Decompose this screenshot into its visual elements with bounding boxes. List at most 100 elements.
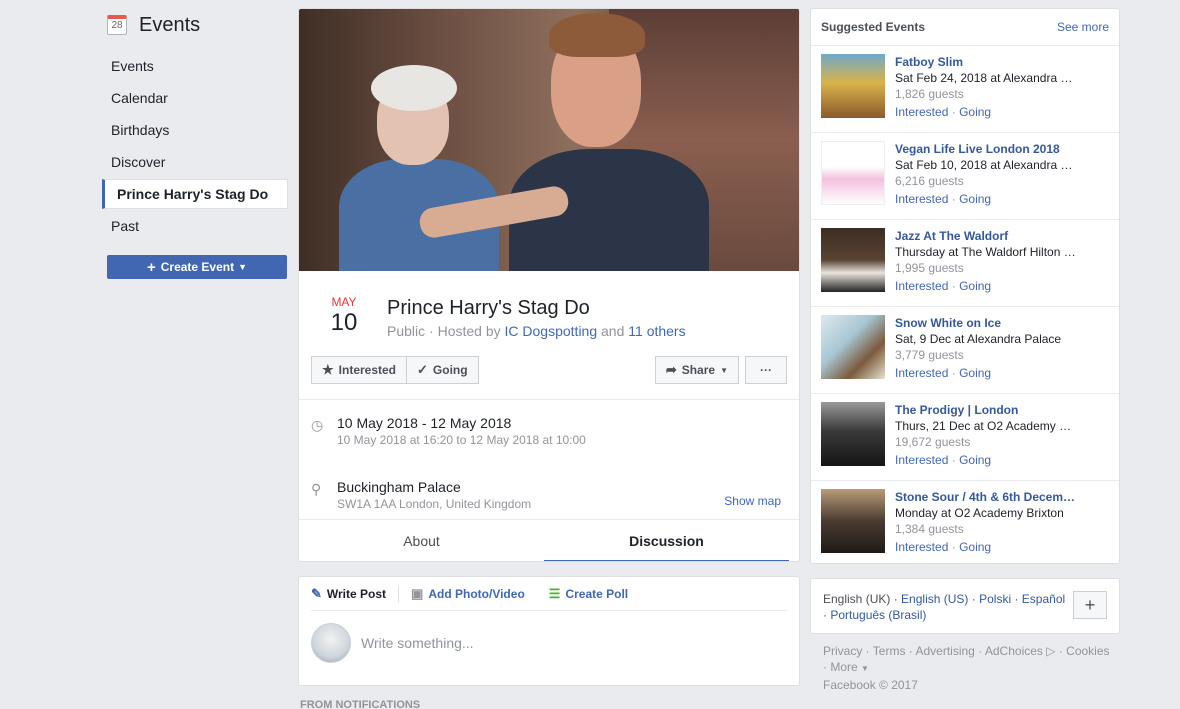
footer-link-advertising[interactable]: Advertising [915,644,974,658]
calendar-icon: 28 [107,15,127,35]
event-cover-photo[interactable] [299,9,799,271]
event-thumbnail[interactable] [821,228,885,292]
cover-figure-right-hair [549,13,645,57]
nav-item-past[interactable]: Past [104,210,290,242]
event-thumbnail[interactable] [821,54,885,118]
suggested-event-name[interactable]: Fatboy Slim [895,54,1109,70]
event-tabs: About Discussion [299,519,799,561]
interested-link[interactable]: Interested [895,453,948,467]
language-link[interactable]: English (US) [901,592,968,606]
tab-about[interactable]: About [299,520,544,561]
add-language-button[interactable]: + [1073,591,1107,619]
write-post-tab[interactable]: ✎ Write Post [311,585,400,602]
interested-link[interactable]: Interested [895,279,948,293]
suggested-event-item[interactable]: Stone Sour / 4th & 6th Decem… Monday at … [811,480,1119,567]
share-arrow-icon: ➦ [665,362,677,377]
suggested-event-item[interactable]: Fatboy Slim Sat Feb 24, 2018 at Alexandr… [811,45,1119,132]
separator: · [893,592,898,606]
nav-item-events[interactable]: Events [104,50,290,82]
suggested-event-name[interactable]: The Prodigy | London [895,402,1109,418]
current-language: English (UK) [823,592,891,606]
going-link[interactable]: Going [959,453,991,467]
others-link[interactable]: 11 others [628,323,685,339]
more-options-button[interactable]: ··· [745,356,787,384]
nav-item-birthdays[interactable]: Birthdays [104,114,290,146]
interested-link[interactable]: Interested [895,105,948,119]
footer-link-terms[interactable]: Terms [873,644,906,658]
copyright: Facebook © 2017 [823,678,918,692]
clock-icon: ◷ [311,417,324,433]
tab-discussion[interactable]: Discussion [544,520,789,561]
events-title[interactable]: Events [139,14,200,37]
suggested-event-item[interactable]: Vegan Life Live London 2018 Sat Feb 10, … [811,132,1119,219]
create-poll-label: Create Poll [565,586,629,601]
share-label: Share [681,363,716,377]
suggested-event-guests: 1,384 guests [895,522,964,536]
interested-link[interactable]: Interested [895,540,948,554]
going-link[interactable]: Going [959,366,991,380]
language-link[interactable]: Português (Brasil) [830,608,926,622]
footer-link-privacy[interactable]: Privacy [823,644,862,658]
suggested-event-when: Sat Feb 10, 2018 at Alexandra … [895,158,1073,172]
separator: · [951,279,956,293]
create-poll-tab[interactable]: ☰ Create Poll [549,586,640,602]
event-title: Prince Harry's Stag Do [387,297,590,319]
footer-link-adchoices[interactable]: AdChoices [985,644,1043,658]
write-something-input[interactable]: Write something... [361,635,474,651]
checkmark-icon: ✓ [417,362,428,377]
separator: · [951,366,956,380]
location-name[interactable]: Buckingham Palace [337,478,531,496]
going-link[interactable]: Going [959,279,991,293]
nav-item-calendar[interactable]: Calendar [104,82,290,114]
suggested-event-guests: 3,779 guests [895,348,964,362]
left-navigation: 28 Events Events Calendar Birthdays Disc… [102,8,290,279]
suggested-event-when: Sat Feb 24, 2018 at Alexandra … [895,71,1073,85]
show-map-link[interactable]: Show map [724,494,781,508]
going-link[interactable]: Going [959,105,991,119]
write-area[interactable]: Write something... [299,611,799,675]
going-link[interactable]: Going [959,192,991,206]
event-thumbnail[interactable] [821,315,885,379]
suggested-event-name[interactable]: Snow White on Ice [895,315,1109,331]
interested-button[interactable]: ★ Interested [311,356,408,384]
footer-link-more[interactable]: More [830,660,857,674]
footer-link-cookies[interactable]: Cookies [1066,644,1109,658]
host-link[interactable]: IC Dogspotting [505,323,598,339]
interested-link[interactable]: Interested [895,366,948,380]
caret-down-icon: ▼ [861,664,869,673]
create-event-button[interactable]: + Create Event ▼ [107,255,287,279]
post-composer: ✎ Write Post ▣ Add Photo/Video ☰ Create … [298,576,800,686]
going-button[interactable]: ✓ Going [407,356,479,384]
separator: · [951,453,956,467]
suggested-event-item[interactable]: Jazz At The Waldorf Thursday at The Wald… [811,219,1119,306]
going-link[interactable]: Going [959,540,991,554]
cover-figure-left-hair [371,65,457,111]
event-thumbnail[interactable] [821,489,885,553]
suggested-event-name[interactable]: Stone Sour / 4th & 6th Decem… [895,489,1109,505]
language-link[interactable]: Polski [979,592,1011,606]
adchoices-icon: ▷ [1046,644,1056,658]
suggested-event-guests: 1,826 guests [895,87,964,101]
date-time-range: 10 May 2018 at 16:20 to 12 May 2018 at 1… [337,433,586,447]
suggested-event-item[interactable]: The Prodigy | London Thurs, 21 Dec at O2… [811,393,1119,480]
language-link[interactable]: Español [1022,592,1065,606]
interested-label: Interested [338,363,397,377]
event-month: MAY [331,295,357,309]
suggested-event-name[interactable]: Jazz At The Waldorf [895,228,1109,244]
nav-item-current-event[interactable]: Prince Harry's Stag Do [102,179,288,209]
event-thumbnail[interactable] [821,141,885,205]
event-thumbnail[interactable] [821,402,885,466]
separator: · [971,592,976,606]
suggested-event-item[interactable]: Snow White on Ice Sat, 9 Dec at Alexandr… [811,306,1119,393]
interested-link[interactable]: Interested [895,192,948,206]
avatar [311,623,351,663]
event-date-detail: ◷ 10 May 2018 - 12 May 2018 10 May 2018 … [299,400,799,448]
nav-item-discover[interactable]: Discover [104,146,290,178]
see-more-link[interactable]: See more [1057,20,1109,45]
events-header: 28 Events [104,8,290,42]
add-photo-tab[interactable]: ▣ Add Photo/Video [411,586,537,602]
and-text: and [601,323,625,339]
share-button[interactable]: ➦ Share ▼ [654,356,739,384]
suggested-event-name[interactable]: Vegan Life Live London 2018 [895,141,1109,157]
separator: · [951,105,956,119]
